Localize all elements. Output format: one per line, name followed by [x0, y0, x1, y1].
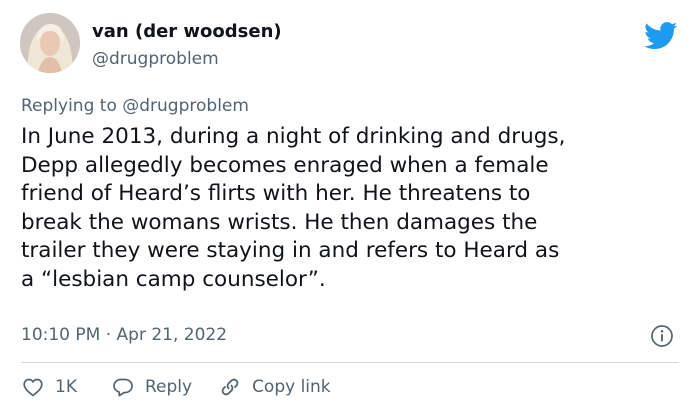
- avatar-image: [20, 13, 80, 73]
- info-icon[interactable]: [650, 324, 674, 348]
- heart-icon: [23, 378, 43, 397]
- copy-link-label: Copy link: [252, 377, 331, 397]
- divider: [21, 362, 679, 363]
- avatar[interactable]: [20, 13, 80, 73]
- copy-link-button[interactable]: Copy link: [218, 375, 331, 399]
- like-button[interactable]: 1K: [21, 375, 77, 399]
- speech-bubble-icon: [113, 378, 133, 397]
- tweet-text: In June 2013, during a night of drinking…: [21, 123, 681, 294]
- replying-to-label: Replying to: [21, 96, 117, 116]
- tweet-text-line: trailer they were staying in and refers …: [21, 238, 560, 263]
- tweet-timestamp[interactable]: 10:10 PM · Apr 21, 2022: [21, 323, 227, 347]
- tweet-time: 10:10 PM: [21, 325, 101, 345]
- replying-to: Replying to @drugproblem: [21, 94, 249, 118]
- tweet-date: Apr 21, 2022: [116, 325, 228, 345]
- tweet-card: van (der woodsen) @drugproblem Replying …: [0, 0, 700, 407]
- display-name[interactable]: van (der woodsen): [92, 20, 282, 44]
- reply-label: Reply: [144, 377, 193, 397]
- author-info: van (der woodsen) @drugproblem: [92, 20, 282, 70]
- like-count: 1K: [55, 377, 77, 397]
- replying-to-mention[interactable]: @drugproblem: [122, 96, 249, 116]
- reply-button[interactable]: Reply: [111, 375, 192, 399]
- link-icon: [221, 378, 239, 396]
- twitter-bird-icon[interactable]: [644, 22, 678, 50]
- meta-separator: ·: [105, 325, 112, 345]
- tweet-text-line: In June 2013, during a night of drinking…: [21, 124, 566, 149]
- user-handle[interactable]: @drugproblem: [92, 48, 282, 70]
- tweet-text-line: friend of Heard’s flirts with her. He th…: [21, 181, 531, 206]
- action-bar: 1K Reply Copy link: [21, 373, 331, 401]
- tweet-text-line: a “lesbian camp counselor”.: [21, 266, 326, 292]
- tweet-text-line: Depp allegedly becomes enraged when a fe…: [21, 152, 549, 178]
- tweet-text-line: break the womans wrists. He then damages…: [21, 209, 538, 235]
